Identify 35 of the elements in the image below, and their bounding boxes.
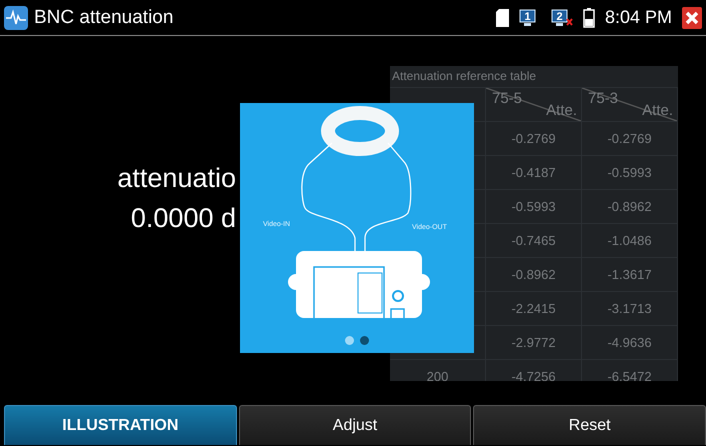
page-dot[interactable]	[360, 336, 369, 345]
column-header: 75-3	[588, 90, 618, 107]
close-icon[interactable]	[682, 6, 702, 28]
table-cell: -4.9636	[607, 335, 652, 350]
result-value: 0.0000 d	[130, 202, 236, 235]
table-cell: -1.0486	[607, 233, 652, 248]
table-title: Attenuation reference table	[390, 66, 678, 88]
table-cell: -6.5472	[607, 369, 652, 381]
column-unit: Atte.	[546, 102, 577, 119]
waveform-app-icon	[4, 6, 28, 30]
table-cell: -0.4187	[511, 165, 556, 180]
window-title: BNC attenuation	[34, 6, 174, 28]
clock-time: 8:04 PM	[604, 7, 672, 28]
table-cell: -2.2415	[511, 301, 556, 316]
table-cell: -1.3617	[607, 267, 652, 282]
column-header: 75-5	[492, 90, 522, 107]
table-cell: -0.7465	[511, 233, 556, 248]
table-cell: -3.1713	[607, 301, 652, 316]
toolbar-button[interactable]: Adjust	[238, 405, 472, 445]
table-cell: -4.7256	[511, 369, 556, 381]
table-cell: -0.2769	[511, 131, 556, 146]
table-cell: -0.2769	[607, 131, 652, 146]
table-cell: 200	[426, 369, 448, 381]
table-cell: -0.8962	[607, 199, 652, 214]
toolbar-button[interactable]: Reset	[473, 405, 706, 445]
sd-card-icon	[496, 8, 509, 26]
table-cell: -0.5993	[511, 199, 556, 214]
table-cell: -0.5993	[607, 165, 652, 180]
page-dot[interactable]	[345, 336, 354, 345]
result-label: attenuatio	[116, 162, 236, 195]
table-cell: -2.9772	[511, 335, 556, 350]
table-cell: -0.8962	[511, 267, 556, 282]
toolbar-button[interactable]: ILLUSTRATION	[4, 405, 237, 445]
column-unit: Atte.	[642, 102, 673, 119]
battery-icon	[582, 8, 595, 28]
